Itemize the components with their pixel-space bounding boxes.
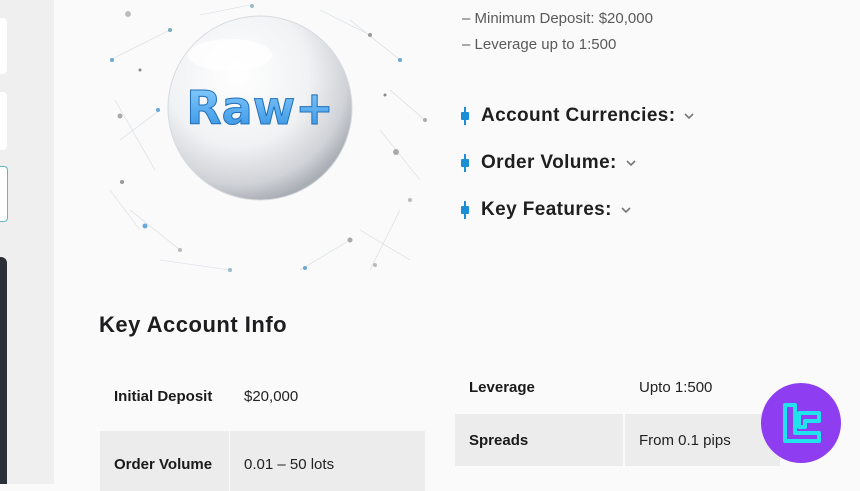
left-rail [0,0,54,484]
tf-logo-icon [783,403,821,443]
accordion-label: Order Volume: [481,152,617,173]
deposit-info: – Minimum Deposit: $20,000 – Leverage up… [462,6,653,58]
rail-panel [0,257,7,484]
raw-plus-logo-text: Raw+ [186,81,334,135]
table-key-leverage: Leverage [469,378,535,396]
leverage-line: – Leverage up to 1:500 [462,36,617,53]
candle-icon [461,154,469,172]
table-key-initial-deposit: Initial Deposit [114,387,213,405]
table-key-spreads: Spreads [455,414,623,466]
chevron-down-icon[interactable] [625,157,637,169]
table-value-spreads: From 0.1 pips [625,414,780,466]
key-account-info-title: Key Account Info [99,312,288,337]
rail-card[interactable] [0,92,7,150]
table-value-initial-deposit: $20,000 [244,387,299,405]
accordion-account-currencies[interactable]: Account Currencies: [458,102,695,130]
candle-icon [461,201,469,219]
accordion-label: Key Features: [481,199,612,220]
min-deposit-line: – Minimum Deposit: $20,000 [462,10,653,27]
accordion-label: Account Currencies: [481,105,676,126]
table-value-order-volume: 0.01 – 50 lots [230,431,425,491]
table-value-leverage: Upto 1:500 [639,378,713,396]
accordion-order-volume[interactable]: Order Volume: [458,149,637,177]
chevron-down-icon[interactable] [620,204,632,216]
accordion-key-features[interactable]: Key Features: [458,196,632,224]
chevron-down-icon[interactable] [683,110,695,122]
candle-icon [461,107,469,125]
rail-card-active[interactable] [0,166,8,222]
table-key-order-volume: Order Volume [100,431,229,491]
tf-logo-badge[interactable] [761,383,841,463]
rail-card[interactable] [0,18,7,74]
raw-plus-hero-image: Raw+ [100,0,430,282]
